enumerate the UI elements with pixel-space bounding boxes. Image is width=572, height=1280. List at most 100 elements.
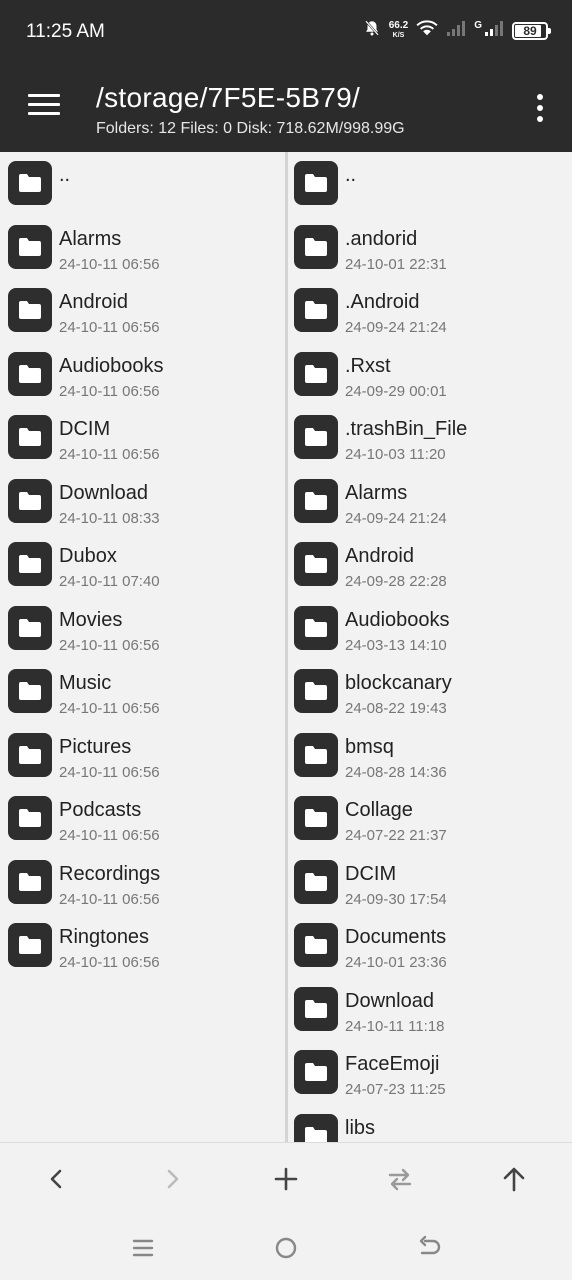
parent-directory-row[interactable]: .. — [288, 152, 572, 215]
folder-name: .Rxst — [345, 354, 391, 377]
folder-icon — [294, 732, 338, 777]
recents-icon — [132, 1239, 154, 1257]
folder-row[interactable]: .Rxst 24-09-29 00:01 — [288, 343, 572, 406]
folder-row[interactable]: Alarms 24-10-11 06:56 — [0, 216, 285, 279]
folder-name: Recordings — [59, 862, 161, 885]
folder-name: Documents — [345, 926, 447, 948]
folder-modified-date: 24-08-28 14:36 — [345, 763, 447, 781]
folder-row[interactable]: .trashBin_File 24-10-03 11:20 — [288, 406, 572, 469]
folder-row[interactable]: Pictures 24-10-11 06:56 — [0, 724, 285, 787]
folder-row[interactable]: libs — [288, 1105, 572, 1142]
folder-icon — [294, 859, 338, 904]
folder-icon — [8, 923, 52, 967]
folder-row[interactable]: blockcanary 24-08-22 19:43 — [288, 660, 572, 723]
bell-muted-icon — [363, 19, 381, 42]
folder-row[interactable]: Android 24-09-28 22:28 — [288, 533, 572, 596]
folder-modified-date: 24-07-22 21:37 — [345, 827, 447, 844]
forward-button[interactable] — [156, 1163, 188, 1195]
folder-modified-date: 24-10-11 06:56 — [59, 700, 160, 717]
right-pane[interactable]: .. .andorid 24-10-01 22:31 .Android 24-09-24… — [288, 152, 572, 1142]
add-button[interactable] — [270, 1163, 302, 1195]
folder-row[interactable]: Alarms 24-09-24 21:24 — [288, 470, 572, 533]
folder-modified-date: 24-10-11 06:56 — [59, 636, 160, 654]
folder-icon — [8, 605, 52, 650]
swap-icon — [388, 1168, 412, 1191]
folder-row[interactable]: .andorid 24-10-01 22:31 — [288, 216, 572, 279]
bottom-toolbar — [0, 1142, 572, 1214]
folder-icon — [294, 986, 338, 1031]
folder-row[interactable]: .Android 24-09-24 21:24 — [288, 279, 572, 342]
folder-row[interactable]: Download 24-10-11 11:18 — [288, 978, 572, 1041]
menu-button[interactable] — [28, 94, 60, 118]
more-options-button[interactable] — [536, 94, 544, 122]
home-button[interactable] — [272, 1234, 300, 1262]
folder-name: DCIM — [59, 418, 111, 440]
folder-icon — [8, 161, 52, 205]
recents-button[interactable] — [129, 1234, 157, 1262]
add-icon — [274, 1167, 298, 1191]
folder-row[interactable]: Music 24-10-11 06:56 — [0, 660, 285, 723]
folder-name: Dubox — [59, 545, 117, 567]
app-bar: /storage/7F5E-5B79/ Folders: 12 Files: 0… — [0, 62, 572, 152]
folder-name: Movies — [59, 608, 123, 631]
system-navigation-bar — [0, 1214, 572, 1280]
signal-type-label: G — [474, 20, 482, 31]
folder-name: Alarms — [59, 227, 122, 250]
folder-modified-date: 24-10-11 07:40 — [59, 573, 160, 590]
folder-modified-date: 24-10-01 23:36 — [345, 954, 447, 971]
folder-modified-date: 24-10-11 08:33 — [59, 509, 160, 527]
folder-name: .trashBin_File — [345, 418, 468, 440]
folder-icon — [294, 415, 338, 459]
folder-modified-date: 24-09-29 00:01 — [345, 382, 447, 400]
folder-row[interactable]: Audiobooks 24-03-13 14:10 — [288, 597, 572, 660]
folder-icon — [294, 288, 338, 332]
folder-row[interactable]: Movies 24-10-11 06:56 — [0, 597, 285, 660]
folder-row[interactable]: DCIM 24-09-30 17:54 — [288, 851, 572, 914]
folder-row[interactable]: FaceEmoji 24-07-23 11:25 — [288, 1041, 572, 1104]
folder-icon — [294, 224, 338, 269]
folder-name: Audiobooks — [345, 608, 450, 631]
parent-directory-row[interactable]: .. — [0, 152, 285, 215]
folder-name: Collage — [345, 799, 413, 821]
folder-name: Music — [59, 672, 112, 694]
folder-row[interactable]: Audiobooks 24-10-11 06:56 — [0, 343, 285, 406]
folder-icon — [294, 796, 338, 840]
folder-modified-date: 24-10-11 06:56 — [59, 763, 160, 781]
folder-name: Podcasts — [59, 799, 142, 821]
system-back-button[interactable] — [415, 1234, 443, 1262]
folder-row[interactable]: Collage 24-07-22 21:37 — [288, 787, 572, 850]
folder-name: Ringtones — [59, 926, 150, 948]
folder-row[interactable]: Android 24-10-11 06:56 — [0, 279, 285, 342]
folder-name: blockcanary — [345, 672, 452, 694]
folder-modified-date: 24-03-13 14:10 — [345, 636, 447, 654]
folder-name: .Android — [345, 291, 420, 313]
battery-level: 89 — [523, 23, 537, 38]
wifi-icon — [416, 19, 438, 42]
folder-modified-date: 24-10-11 06:56 — [59, 954, 160, 971]
folder-icon — [8, 478, 52, 523]
folder-row[interactable]: Podcasts 24-10-11 06:56 — [0, 787, 285, 850]
folder-name: libs — [345, 1116, 376, 1139]
folder-row[interactable]: Download 24-10-11 08:33 — [0, 470, 285, 533]
folder-row[interactable]: Dubox 24-10-11 07:40 — [0, 533, 285, 596]
folder-row[interactable]: Documents 24-10-01 23:36 — [288, 914, 572, 977]
folder-icon — [294, 542, 338, 586]
folder-row[interactable]: Recordings 24-10-11 06:56 — [0, 851, 285, 914]
folder-icon — [294, 605, 338, 650]
folder-row[interactable]: DCIM 24-10-11 06:56 — [0, 406, 285, 469]
swap-panes-button[interactable] — [384, 1163, 416, 1195]
back-button[interactable] — [41, 1163, 73, 1195]
folder-row[interactable]: bmsq 24-08-28 14:36 — [288, 724, 572, 787]
status-icons: 66.2 K/S G 89 — [363, 19, 551, 42]
left-pane[interactable]: .. Alarms 24-10-11 06:56 Android 24-10-11 06… — [0, 152, 285, 1142]
folder-name: Pictures — [59, 735, 132, 758]
folder-icon — [294, 161, 338, 205]
folder-row[interactable]: Ringtones 24-10-11 06:56 — [0, 914, 285, 977]
parent-folder-button[interactable] — [498, 1163, 530, 1195]
folder-modified-date: 24-10-01 22:31 — [345, 255, 447, 273]
dual-pane-area: .. Alarms 24-10-11 06:56 Android 24-10-11 06… — [0, 152, 572, 1142]
folder-modified-date: 24-09-28 22:28 — [345, 573, 447, 590]
network-speed: 66.2 K/S — [389, 20, 408, 41]
up-arrow-icon — [503, 1167, 525, 1192]
folder-name: Audiobooks — [59, 354, 164, 377]
